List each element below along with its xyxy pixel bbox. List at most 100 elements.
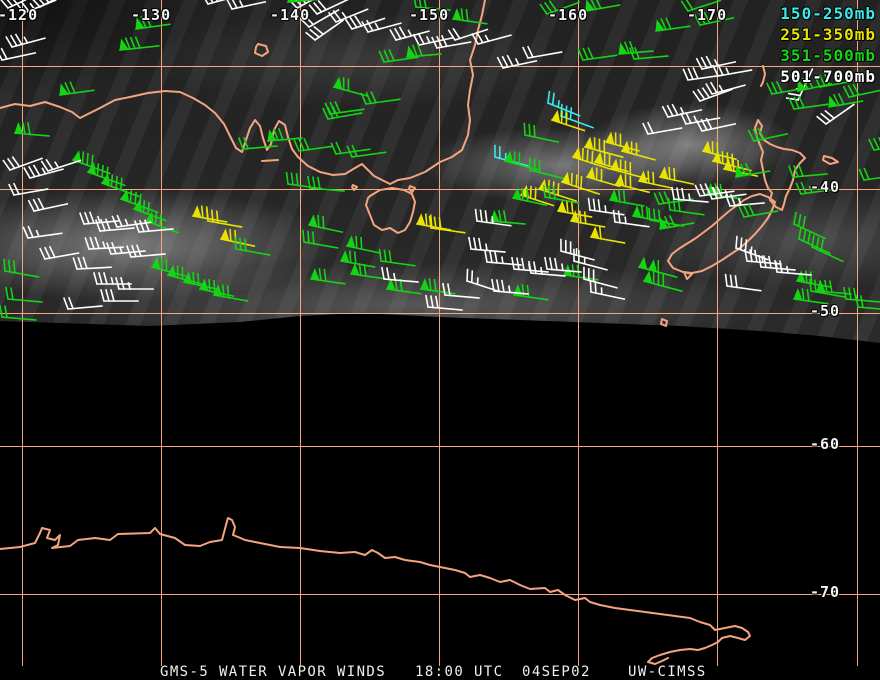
wind-barb (747, 127, 789, 143)
barb-staff (324, 101, 365, 116)
wind-barb (452, 8, 488, 25)
wind-barb (695, 117, 737, 133)
barb-staff (84, 236, 124, 251)
pressure-level-legend: 150-250mb 251-350mb 351-500mb 501-700mb (780, 3, 876, 87)
barb-staff (544, 256, 582, 273)
wind-barb (119, 36, 160, 51)
barb-staff (5, 286, 43, 303)
wind-barb (346, 235, 382, 255)
barb-staff (734, 235, 769, 261)
barb-staff (302, 229, 339, 249)
barb-staff (412, 32, 454, 47)
wind-barb (420, 278, 456, 295)
barb-staff (22, 225, 63, 240)
wind-barb (14, 121, 50, 137)
barb-staff (39, 245, 80, 261)
barb-staff (2, 156, 43, 172)
barb-staff (100, 289, 139, 302)
wind-barb (589, 279, 626, 301)
barb-staff (63, 296, 103, 311)
wind-barb (735, 163, 771, 178)
wind-barb (610, 158, 650, 181)
wind-barb (560, 238, 595, 261)
wind-barb (39, 245, 80, 261)
longitude-label: -140 (270, 6, 311, 24)
wind-barb (267, 127, 303, 142)
wind-barb (585, 0, 621, 12)
wind-barb (734, 235, 769, 261)
barb-staff (695, 55, 737, 71)
barb-staff (471, 31, 512, 46)
wind-barb (570, 210, 606, 228)
wind-barb (5, 33, 46, 49)
wind-barb (213, 284, 249, 302)
longitude-label: -150 (409, 6, 450, 24)
barb-staff (360, 91, 401, 106)
barb-staff (378, 248, 416, 267)
wind-barb (360, 91, 401, 106)
wind-barb (788, 164, 828, 179)
wind-barb (302, 229, 339, 249)
wind-barb (22, 225, 63, 240)
wind-barb (5, 286, 43, 303)
wind-barb (378, 248, 416, 267)
wind-barb (425, 294, 463, 311)
wind-barb (695, 55, 737, 71)
wind-barb (810, 234, 844, 263)
wind-barb (792, 211, 826, 240)
caption-text: GMS-5 WATER VAPOR WINDS (160, 664, 387, 680)
wind-barb (442, 282, 480, 299)
barb-staff (809, 278, 846, 298)
barb-staff (206, 208, 243, 228)
wind-barb (8, 182, 49, 197)
barb-staff (126, 244, 166, 259)
wind-barb (468, 236, 506, 253)
barb-staff (747, 127, 789, 143)
wind-barb (63, 296, 103, 311)
wind-barb (310, 268, 346, 285)
barb-staff (868, 136, 880, 152)
barb-staff (797, 226, 831, 255)
legend-item-251-350mb: 251-350mb (780, 25, 876, 44)
barb-staff (3, 258, 40, 278)
longitude-label: -130 (131, 6, 172, 24)
barb-staff (788, 164, 828, 179)
wind-barb (621, 140, 656, 161)
barb-staff (428, 215, 466, 234)
barb-staff (225, 0, 267, 11)
wind-barb (858, 167, 880, 182)
barb-staff (546, 90, 581, 117)
barb-staff (642, 121, 683, 136)
longitude-label: -120 (0, 6, 39, 24)
wind-barb (93, 272, 132, 285)
barb-staff (5, 33, 46, 49)
wind-barb (308, 214, 344, 234)
wind-barb (868, 136, 880, 152)
wind-barb (471, 31, 512, 46)
caption-text: UW-CIMSS (628, 664, 707, 680)
barb-staff (523, 122, 560, 144)
barb-staff (307, 175, 345, 192)
latitude-label: -60 (810, 435, 841, 453)
wind-barb (490, 209, 526, 225)
barb-staff (694, 183, 735, 198)
latitude-label: -70 (810, 583, 841, 601)
barb-staff (577, 47, 618, 62)
wind-barb (192, 205, 228, 223)
wind-barb (788, 96, 829, 111)
legend-item-150-250mb: 150-250mb (780, 4, 876, 23)
barb-staff (788, 96, 829, 111)
wind-barb (638, 256, 678, 279)
barb-staff (589, 279, 626, 301)
barb-staff (810, 234, 844, 263)
legend-item-351-500mb: 351-500mb (780, 46, 876, 65)
wind-barb (797, 226, 831, 255)
wind-barb (0, 304, 37, 321)
wind-barb (84, 236, 124, 251)
wind-barb (702, 140, 737, 161)
barb-staff (0, 304, 37, 321)
barb-staff (855, 294, 880, 311)
wind-barb (519, 184, 555, 207)
wind-barb (816, 279, 852, 295)
wind-barb (72, 256, 112, 271)
